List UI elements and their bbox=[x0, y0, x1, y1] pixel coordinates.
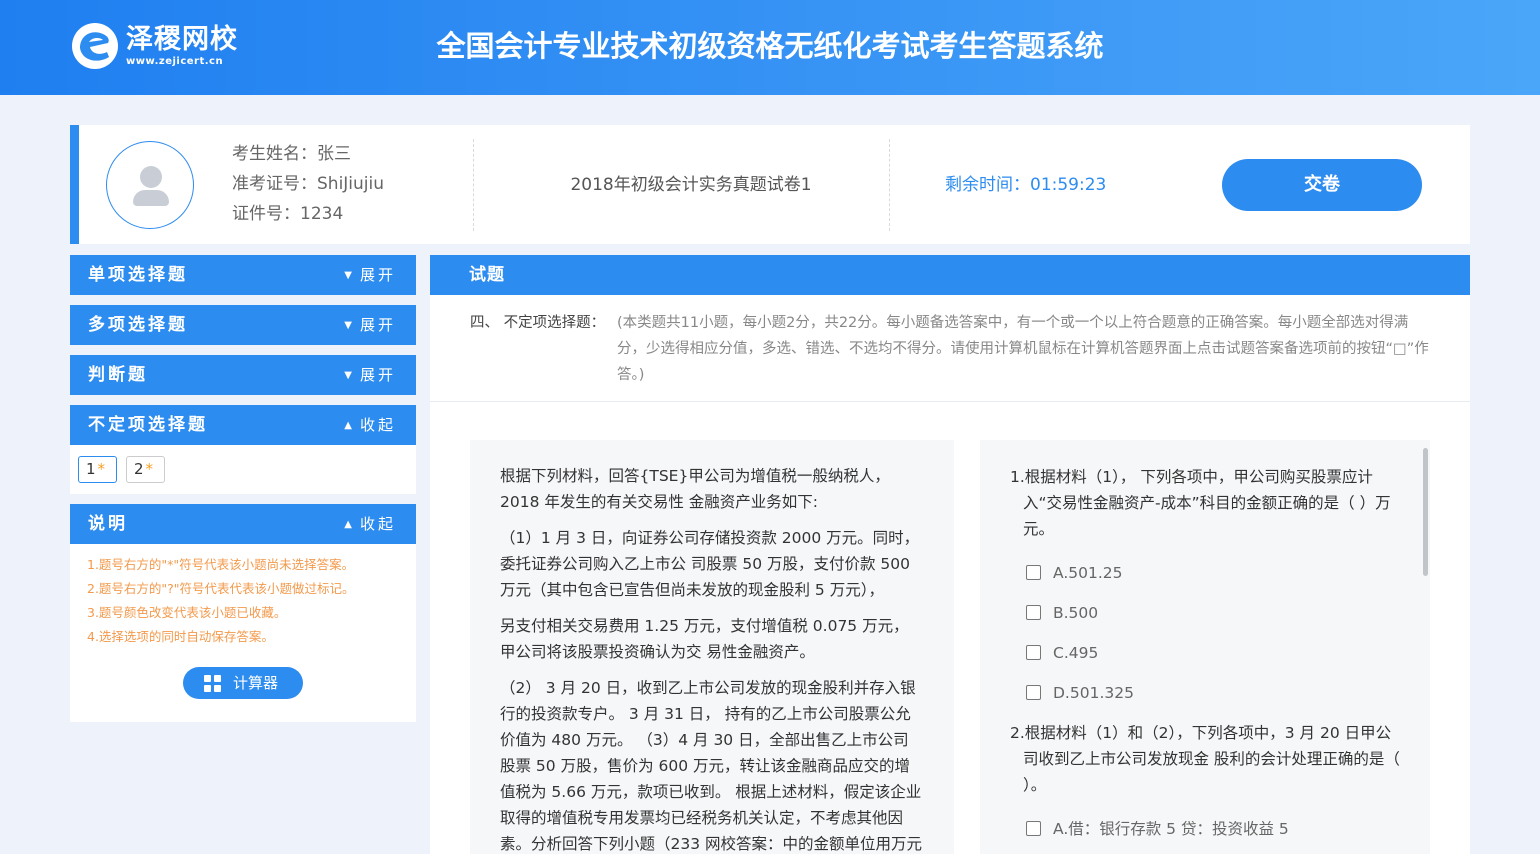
divider bbox=[889, 139, 890, 231]
answer-option[interactable]: B.500 bbox=[1026, 603, 1098, 623]
calculator-icon bbox=[204, 675, 221, 692]
collapse-toggle[interactable]: ▲ 收起 bbox=[344, 405, 396, 446]
top-header: 泽稷网校 www.zejicert.cn 全国会计专业技术初级资格无纸化考试考生… bbox=[0, 0, 1540, 95]
candidate-admission-number: 准考证号：ShiJiujiu bbox=[232, 174, 385, 194]
expand-toggle[interactable]: ▼ 展开 bbox=[344, 305, 396, 346]
question-number-button[interactable]: 2 * bbox=[126, 456, 165, 483]
section-title: 不定项选择题 bbox=[88, 415, 208, 435]
section-indefinite-choice[interactable]: 不定项选择题 ▲ 收起 bbox=[70, 405, 416, 445]
question-number-panel: 1 * 2 * bbox=[70, 445, 416, 494]
divider bbox=[430, 401, 1470, 402]
exam-name: 2018年初级会计实务真题试卷1 bbox=[570, 175, 812, 195]
answer-option[interactable]: A.借：银行存款 5 贷：投资收益 5 bbox=[1026, 819, 1289, 839]
submit-exam-button[interactable]: 交卷 bbox=[1222, 159, 1422, 211]
notes-panel: 1.题号右方的"*"符号代表该小题尚未选择答案。 2.题号右方的"?"符号代表代… bbox=[70, 544, 416, 722]
section-true-false[interactable]: 判断题 ▼ 展开 bbox=[70, 355, 416, 395]
candidate-name: 考生姓名：张三 bbox=[232, 144, 351, 164]
instruction-text: (本类题共11小题，每小题2分，共22分。每小题备选答案中，有一个或一个以上符合… bbox=[617, 315, 1429, 383]
triangle-down-icon: ▼ bbox=[344, 270, 352, 281]
section-multiple-choice[interactable]: 多项选择题 ▼ 展开 bbox=[70, 305, 416, 345]
candidate-info-card: 考生姓名：张三 准考证号：ShiJiujiu 证件号：1234 2018年初级会… bbox=[70, 125, 1470, 244]
material-paragraph: 另支付相关交易费用 1.25 万元，支付增值税 0.075 万元，甲公司将该股票… bbox=[500, 617, 909, 661]
checkbox[interactable] bbox=[1026, 821, 1041, 836]
material-panel: 根据下列材料，回答{TSE}甲公司为增值税一般纳税人，2018 年发生的有关交易… bbox=[470, 440, 954, 854]
material-paragraph: 根据下列材料，回答{TSE}甲公司为增值税一般纳税人，2018 年发生的有关交易… bbox=[500, 467, 890, 511]
answer-option[interactable]: D.501.325 bbox=[1026, 683, 1134, 703]
section-title: 多项选择题 bbox=[88, 315, 188, 335]
section-single-choice[interactable]: 单项选择题 ▼ 展开 bbox=[70, 255, 416, 295]
calculator-label: 计算器 bbox=[233, 674, 279, 692]
question-area-title: 试题 bbox=[430, 255, 1470, 295]
checkbox[interactable] bbox=[1026, 685, 1041, 700]
unanswered-star-icon: * bbox=[145, 460, 154, 478]
checkbox[interactable] bbox=[1026, 605, 1041, 620]
collapse-toggle[interactable]: ▲ 收起 bbox=[344, 504, 396, 545]
section-title: 说明 bbox=[88, 514, 128, 534]
checkbox[interactable] bbox=[1026, 565, 1041, 580]
app-title: 全国会计专业技术初级资格无纸化考试考生答题系统 bbox=[436, 29, 1104, 63]
questions-panel: 1.根据材料（1）， 下列各项中，甲公司购买股票应计入“交易性金融资产-成本”科… bbox=[980, 440, 1430, 854]
material-paragraph: （1）1 月 3 日，向证券公司存储投资款 2000 万元。同时，委托证券公司购… bbox=[500, 529, 920, 599]
instruction-label: 四、 不定项选择题： bbox=[470, 315, 606, 331]
unanswered-star-icon: * bbox=[97, 460, 106, 478]
question-text: 2.根据材料（1）和（2），下列各项中，3 月 20 日甲公司收到乙上市公司发放… bbox=[1010, 724, 1400, 794]
triangle-up-icon: ▲ bbox=[344, 420, 352, 431]
note-item: 4.选择选项的同时自动保存答案。 bbox=[87, 629, 274, 644]
candidate-id-number: 证件号：1234 bbox=[232, 204, 344, 224]
note-item: 3.题号颜色改变代表该小题已收藏。 bbox=[87, 605, 287, 620]
notes-list: 1.题号右方的"*"符号代表该小题尚未选择答案。 2.题号右方的"?"符号代表代… bbox=[87, 553, 355, 649]
user-icon bbox=[140, 166, 162, 188]
triangle-down-icon: ▼ bbox=[344, 370, 352, 381]
question-nav-sidebar: 单项选择题 ▼ 展开 多项选择题 ▼ 展开 判断题 ▼ 展开 不定项选择题 ▲ 收起 1… bbox=[70, 255, 416, 722]
scrollbar-thumb[interactable] bbox=[1423, 448, 1428, 576]
note-item: 2.题号右方的"?"符号代表代表该小题做过标记。 bbox=[87, 581, 355, 596]
triangle-up-icon: ▲ bbox=[344, 519, 352, 530]
triangle-down-icon: ▼ bbox=[344, 320, 352, 331]
calculator-button[interactable]: 计算器 bbox=[183, 667, 303, 699]
section-title: 单项选择题 bbox=[88, 265, 188, 285]
section-title: 判断题 bbox=[88, 365, 148, 385]
expand-toggle[interactable]: ▼ 展开 bbox=[344, 355, 396, 396]
question-text: 1.根据材料（1）， 下列各项中，甲公司购买股票应计入“交易性金融资产-成本”科… bbox=[1010, 468, 1391, 538]
answer-option[interactable]: A.501.25 bbox=[1026, 563, 1123, 583]
section-notes[interactable]: 说明 ▲ 收起 bbox=[70, 504, 416, 544]
question-area: 试题 四、 不定项选择题： (本类题共11小题，每小题2分，共22分。每小题备选… bbox=[430, 255, 1470, 854]
candidate-details: 考生姓名：张三 准考证号：ShiJiujiu 证件号：1234 bbox=[232, 139, 384, 229]
answer-option[interactable]: C.495 bbox=[1026, 643, 1098, 663]
divider bbox=[473, 139, 474, 231]
expand-toggle[interactable]: ▼ 展开 bbox=[344, 255, 396, 296]
material-paragraph: （2） 3 月 20 日，收到乙上市公司发放的现金股利并存入银行的投资款专户。 … bbox=[500, 679, 923, 853]
note-item: 1.题号右方的"*"符号代表该小题尚未选择答案。 bbox=[87, 557, 355, 572]
checkbox[interactable] bbox=[1026, 645, 1041, 660]
avatar bbox=[106, 141, 194, 229]
question-number-button[interactable]: 1 * bbox=[78, 456, 117, 483]
remaining-time: 剩余时间：01:59:23 bbox=[945, 175, 1107, 195]
